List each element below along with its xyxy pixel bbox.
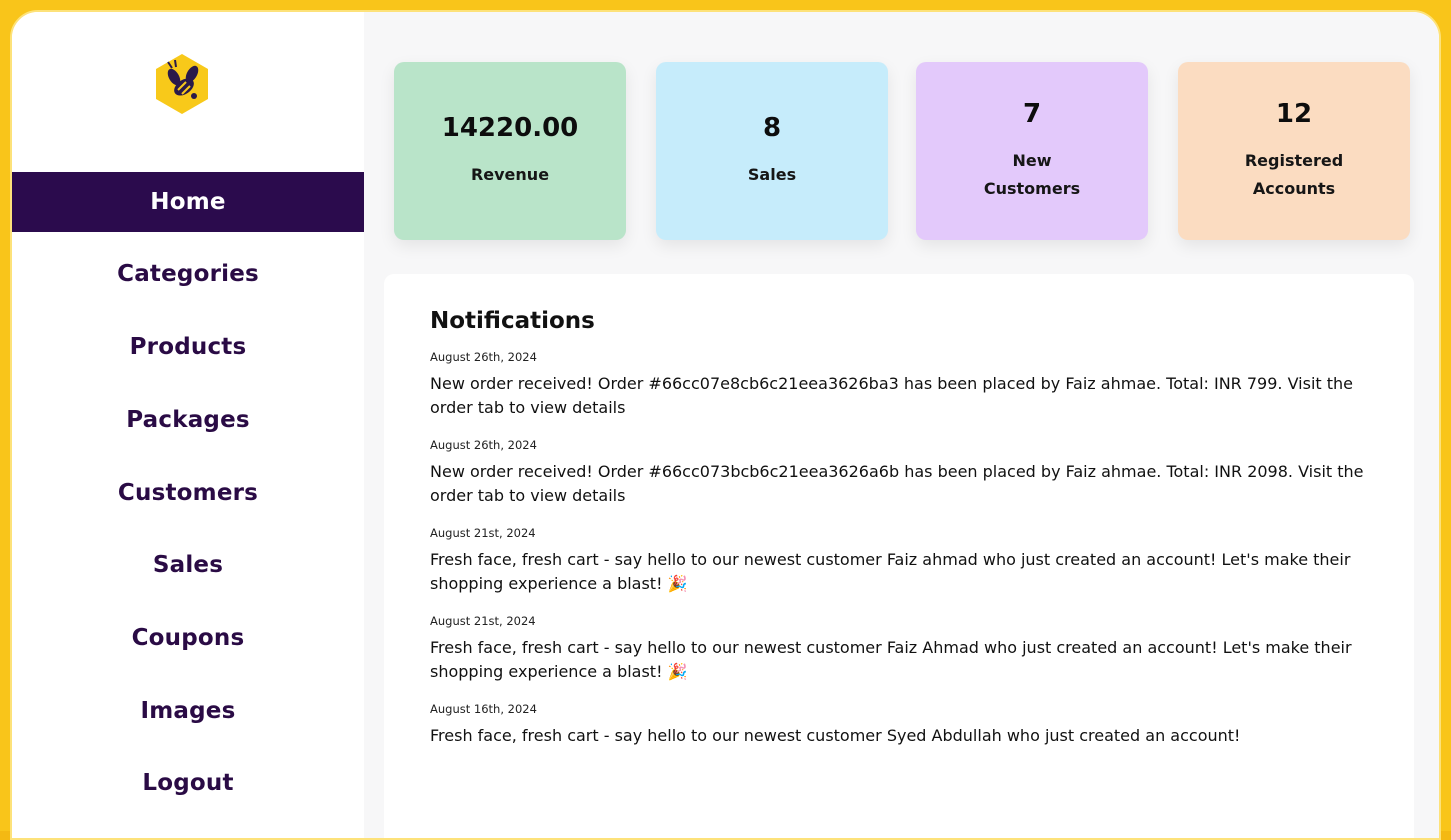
nav-sales-label: Sales <box>152 552 224 578</box>
notification-date: August 26th, 2024 <box>430 350 537 364</box>
stat-label: New Customers <box>983 151 1081 198</box>
nav-products-label: Products <box>129 334 247 360</box>
notification-date: August 21st, 2024 <box>430 614 536 628</box>
notification-item: August 26th, 2024 New order received! Or… <box>430 350 1390 420</box>
nav-products[interactable]: Products <box>12 317 364 377</box>
nav-customers-label: Customers <box>117 480 259 506</box>
stat-label: Sales <box>747 165 797 184</box>
nav-home[interactable]: Home <box>12 172 364 232</box>
notifications-title: Notifications <box>430 308 595 334</box>
nav-images-label: Images <box>140 698 236 724</box>
stat-value: 8 <box>762 113 782 143</box>
device-frame: Home Categories Products Packages Custom… <box>0 0 1451 840</box>
stat-label: Revenue <box>470 165 550 184</box>
nav-logout-label: Logout <box>142 770 234 796</box>
notification-item: August 21st, 2024 Fresh face, fresh cart… <box>430 614 1390 684</box>
notification-item: August 21st, 2024 Fresh face, fresh cart… <box>430 526 1390 596</box>
stat-label: Registered Accounts <box>1244 151 1344 198</box>
stat-card-sales: 8 Sales <box>656 62 888 240</box>
stat-card-registered-accounts: 12 Registered Accounts <box>1178 62 1410 240</box>
notification-message: Fresh face, fresh cart - say hello to ou… <box>430 726 1241 745</box>
nav-categories-label: Categories <box>117 261 259 287</box>
nav-images[interactable]: Images <box>12 681 364 741</box>
notification-date: August 21st, 2024 <box>430 526 536 540</box>
stat-value: 14220.00 <box>441 113 579 143</box>
bee-logo-icon[interactable] <box>150 52 214 116</box>
notification-date: August 26th, 2024 <box>430 438 537 452</box>
sidebar: Home Categories Products Packages Custom… <box>12 12 364 838</box>
notification-item: August 16th, 2024 Fresh face, fresh cart… <box>430 702 1390 748</box>
main-content: 14220.00 Revenue 8 Sales 7 New Customers… <box>364 12 1439 838</box>
notification-message: Fresh face, fresh cart - say hello to ou… <box>430 638 1352 681</box>
nav-packages-label: Packages <box>126 407 250 433</box>
stat-card-new-customers: 7 New Customers <box>916 62 1148 240</box>
app-window: Home Categories Products Packages Custom… <box>10 10 1441 840</box>
nav-coupons-label: Coupons <box>131 625 245 651</box>
notification-item: August 26th, 2024 New order received! Or… <box>430 438 1390 508</box>
notification-message: New order received! Order #66cc073bcb6c2… <box>430 462 1364 505</box>
nav-categories[interactable]: Categories <box>12 244 364 304</box>
nav-packages[interactable]: Packages <box>12 390 364 450</box>
nav-coupons[interactable]: Coupons <box>12 608 364 668</box>
notification-message: New order received! Order #66cc07e8cb6c2… <box>430 374 1354 417</box>
stat-value: 12 <box>1275 99 1313 129</box>
nav-logout[interactable]: Logout <box>12 753 364 813</box>
nav-customers[interactable]: Customers <box>12 463 364 523</box>
stat-card-revenue: 14220.00 Revenue <box>394 62 626 240</box>
nav-home-label: Home <box>150 189 226 215</box>
notifications-panel: Notifications August 26th, 2024 New orde… <box>384 274 1414 838</box>
stat-value: 7 <box>1022 99 1042 129</box>
notification-message: Fresh face, fresh cart - say hello to ou… <box>430 550 1351 593</box>
notification-date: August 16th, 2024 <box>430 702 537 716</box>
nav-sales[interactable]: Sales <box>12 535 364 595</box>
